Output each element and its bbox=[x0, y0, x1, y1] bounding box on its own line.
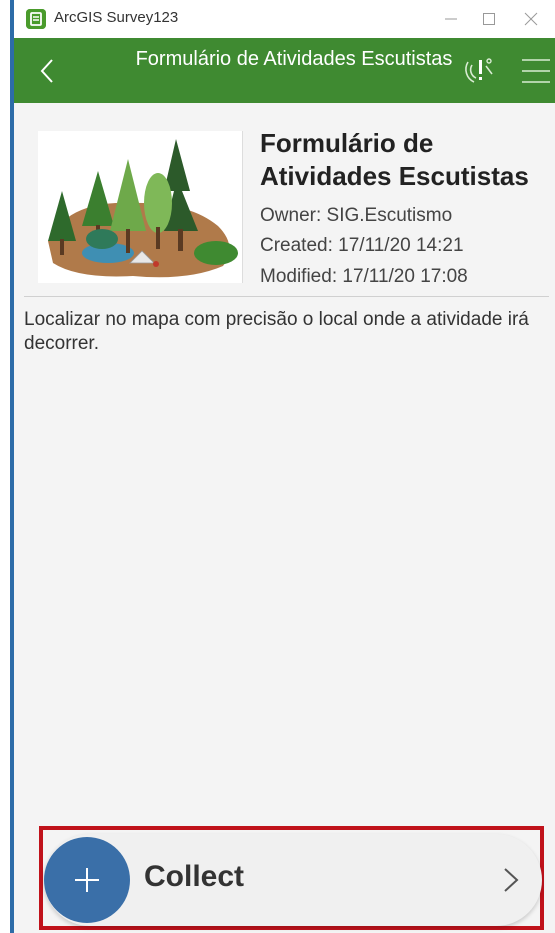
window-titlebar[interactable]: ArcGIS Survey123 bbox=[14, 0, 555, 38]
back-button[interactable] bbox=[34, 54, 64, 88]
window-left-margin bbox=[0, 0, 10, 933]
header-title: Formulário de Atividades Escutistas bbox=[135, 48, 453, 70]
app-window: ArcGIS Survey123 Formulário de Atividade… bbox=[0, 0, 555, 933]
menu-button[interactable] bbox=[520, 55, 552, 87]
survey-description: Localizar no mapa com precisão o local o… bbox=[24, 309, 529, 354]
divider bbox=[24, 296, 549, 297]
app-header: Formulário de Atividades Escutistas bbox=[14, 38, 555, 103]
minimize-icon bbox=[445, 18, 457, 20]
survey-info-panel: Formulário de Atividades Escutistas Owne… bbox=[14, 103, 555, 933]
forest-thumbnail-icon bbox=[48, 139, 238, 278]
window-title: ArcGIS Survey123 bbox=[54, 9, 179, 26]
collect-button[interactable]: Collect bbox=[44, 834, 542, 926]
gps-status-icon bbox=[465, 58, 493, 83]
survey-created-date: Created: 17/11/20 14:21 bbox=[260, 235, 464, 256]
survey-owner: Owner: SIG.Escutismo bbox=[260, 205, 453, 226]
gps-status-button[interactable] bbox=[462, 52, 498, 88]
chevron-left-icon bbox=[40, 59, 53, 83]
plus-icon bbox=[75, 868, 99, 892]
chevron-right-icon bbox=[504, 868, 519, 892]
maximize-icon bbox=[483, 13, 495, 25]
maximize-button[interactable] bbox=[466, 0, 512, 38]
hamburger-menu-icon bbox=[522, 59, 550, 83]
collect-label: Collect bbox=[144, 860, 245, 893]
close-icon bbox=[524, 12, 538, 26]
close-button[interactable] bbox=[508, 0, 554, 38]
survey-modified-date: Modified: 17/11/20 17:08 bbox=[260, 266, 468, 287]
survey-title: Formulário de Atividades Escutistas bbox=[260, 128, 529, 191]
survey123-logo-icon bbox=[26, 9, 46, 29]
survey-thumbnail bbox=[38, 131, 243, 283]
collect-plus-button[interactable] bbox=[44, 837, 130, 923]
